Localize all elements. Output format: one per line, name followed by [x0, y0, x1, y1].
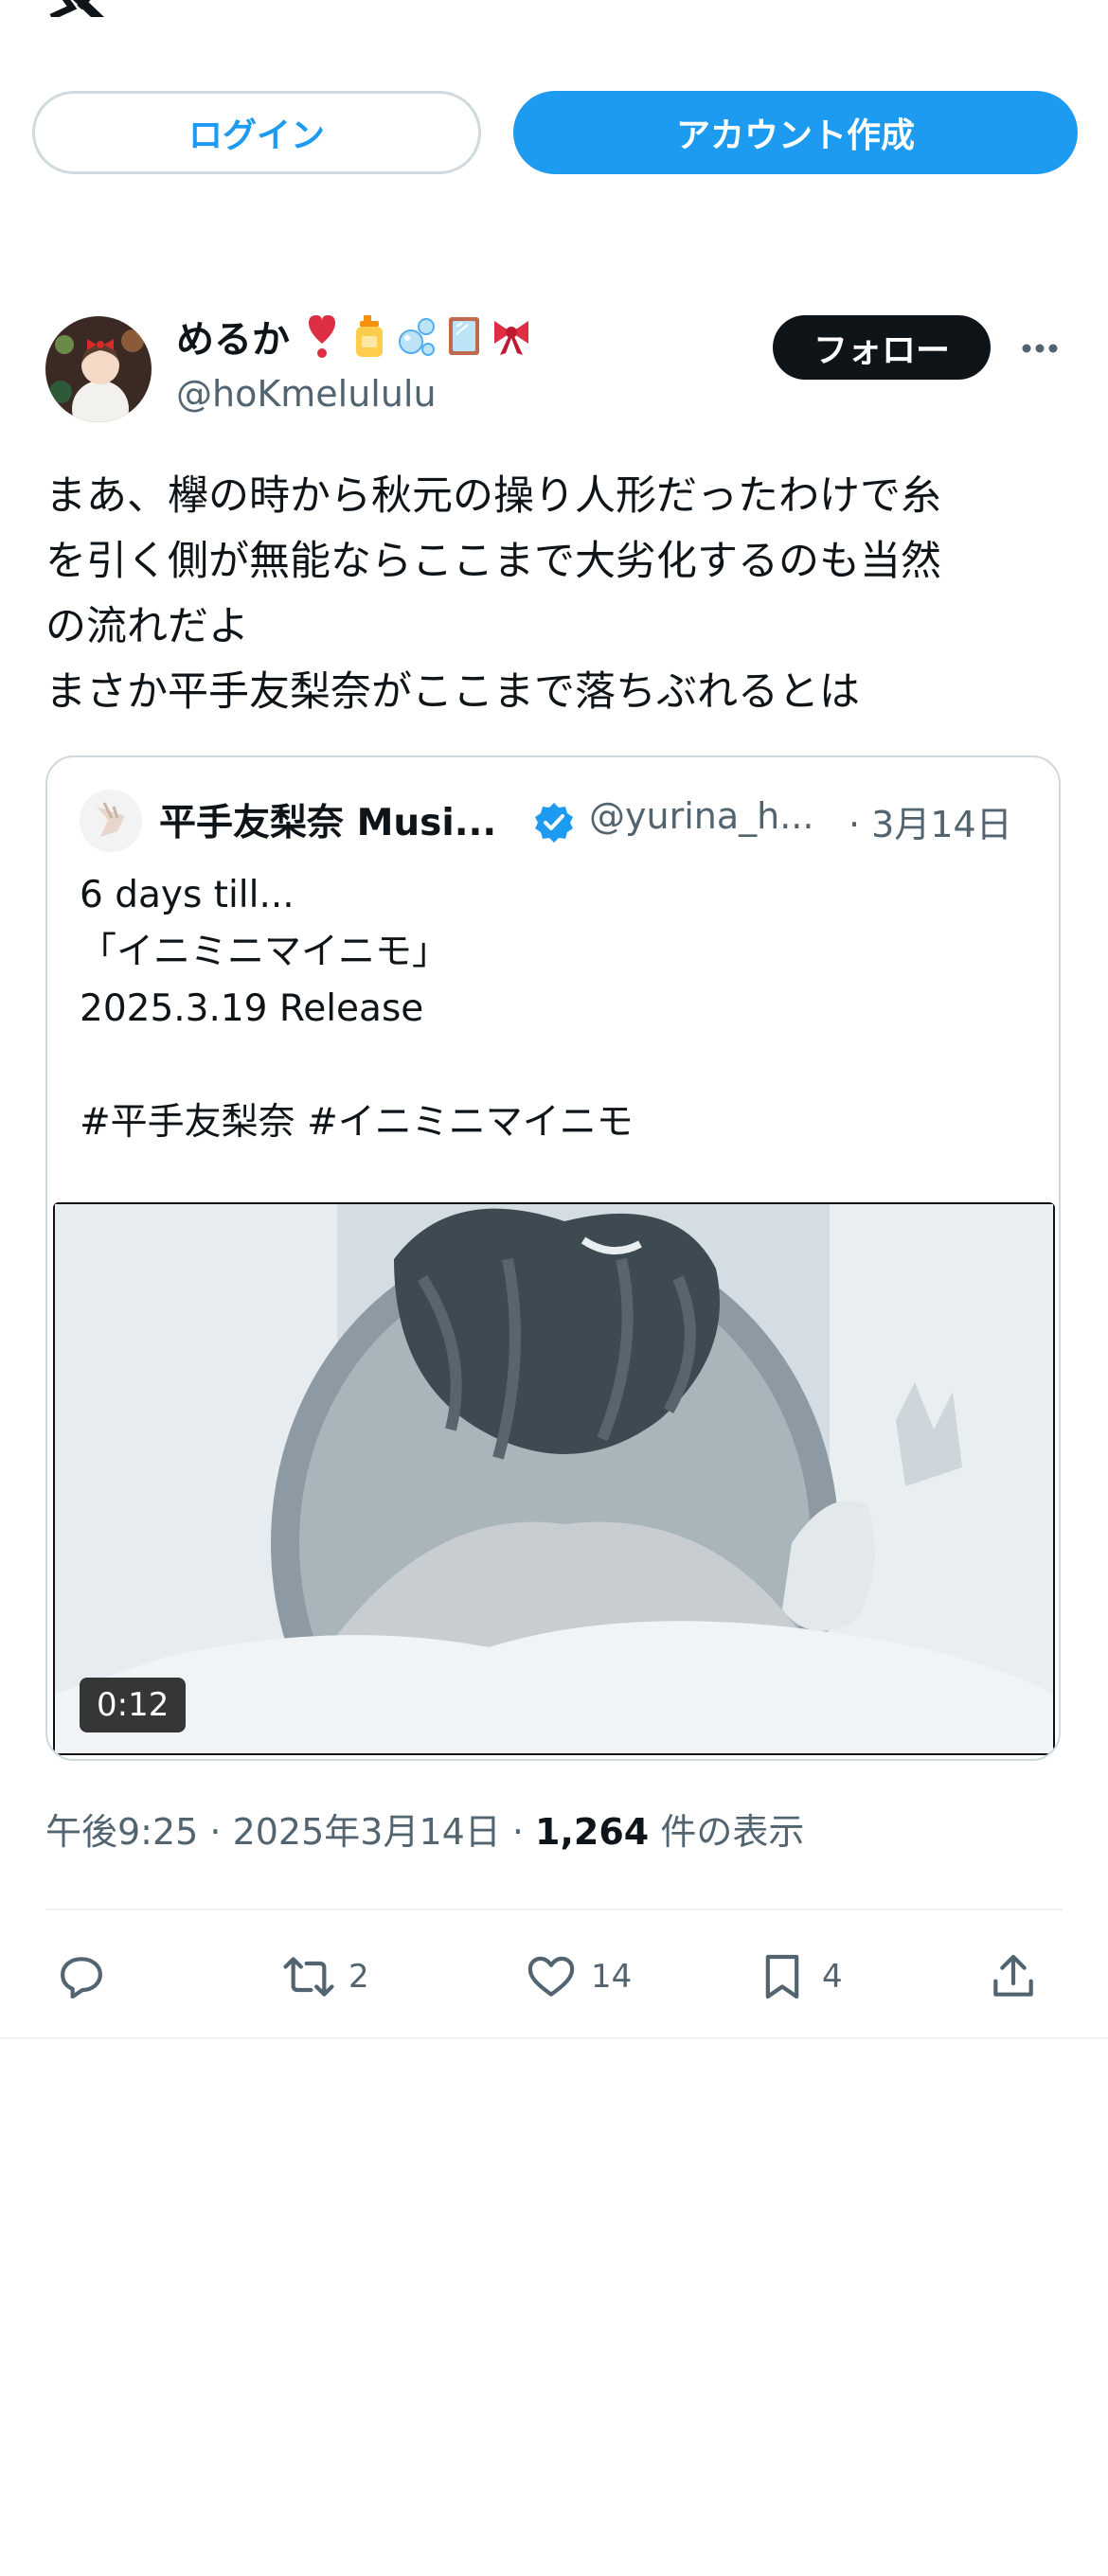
post-timestamp[interactable]: 午後9:25 · 2025年3月14日 ·	[45, 1811, 535, 1853]
video-duration: 0:12	[80, 1678, 187, 1732]
quoted-author-name[interactable]: 平手友梨奈 Musi...	[159, 793, 528, 846]
login-button[interactable]: ログイン	[32, 91, 481, 174]
ribbon-icon	[494, 321, 528, 355]
author-name-text: めるか	[176, 318, 290, 362]
retweet-icon	[283, 1957, 334, 1997]
reply-icon	[61, 1957, 102, 1999]
quoted-post-date[interactable]: · 3月14日	[849, 795, 1012, 847]
auth-buttons: ログイン アカウント作成	[32, 91, 1078, 174]
verified-badge-icon	[535, 803, 573, 843]
quoted-author-handle[interactable]: @yurina_h...	[589, 795, 826, 837]
bubbles-icon	[399, 318, 435, 356]
post-text: まあ、欅の時から秋元の操り人形だったわけで糸 を引く側が無能ならここまで大劣化す…	[45, 472, 941, 716]
reply-button[interactable]	[55, 1939, 121, 2015]
view-count: 1,264	[535, 1811, 650, 1853]
retweet-button[interactable]: 2	[282, 1939, 369, 2015]
author-emojis	[301, 313, 532, 359]
video-player[interactable]: 0:12	[53, 1202, 1055, 1755]
quoted-post-text: 6 days till... 「イニミニマイニモ」 2025.3.19 Rele…	[80, 874, 634, 1144]
mirror-icon	[449, 317, 479, 355]
like-button[interactable]: 14	[525, 1939, 632, 2015]
heart-exclamation-icon	[309, 315, 335, 358]
post-metadata: 午後9:25 · 2025年3月14日 · 1,264 件の表示	[45, 1803, 804, 1855]
share-button[interactable]	[987, 1939, 1040, 2015]
view-count-label: 件の表示	[649, 1811, 805, 1853]
x-logo-icon[interactable]	[47, 0, 108, 17]
post-actions: 2 14 4	[45, 1939, 1063, 2015]
lotion-bottle-icon	[356, 315, 383, 357]
author-handle[interactable]: @hoKmelululu	[176, 373, 437, 415]
bookmark-button[interactable]: 4	[756, 1939, 843, 2015]
bookmark-icon	[765, 1954, 799, 1999]
quoted-post[interactable]: 平手友梨奈 Musi... @yurina_h... · 3月14日 6 day…	[45, 755, 1061, 1761]
video-thumbnail	[53, 1202, 1055, 1755]
avatar[interactable]	[45, 316, 152, 422]
follow-button[interactable]: フォロー	[773, 315, 991, 380]
quoted-avatar[interactable]	[80, 790, 142, 852]
create-account-button[interactable]: アカウント作成	[513, 91, 1078, 174]
heart-icon	[527, 1956, 575, 1997]
more-options-icon[interactable]	[1021, 335, 1059, 362]
like-count: 14	[591, 1958, 633, 1996]
divider	[45, 1909, 1063, 1910]
share-icon	[993, 1954, 1033, 1997]
divider	[0, 2037, 1108, 2039]
retweet-count: 2	[348, 1958, 369, 1996]
author-name[interactable]: めるか	[176, 309, 532, 364]
bookmark-count: 4	[822, 1958, 843, 1996]
